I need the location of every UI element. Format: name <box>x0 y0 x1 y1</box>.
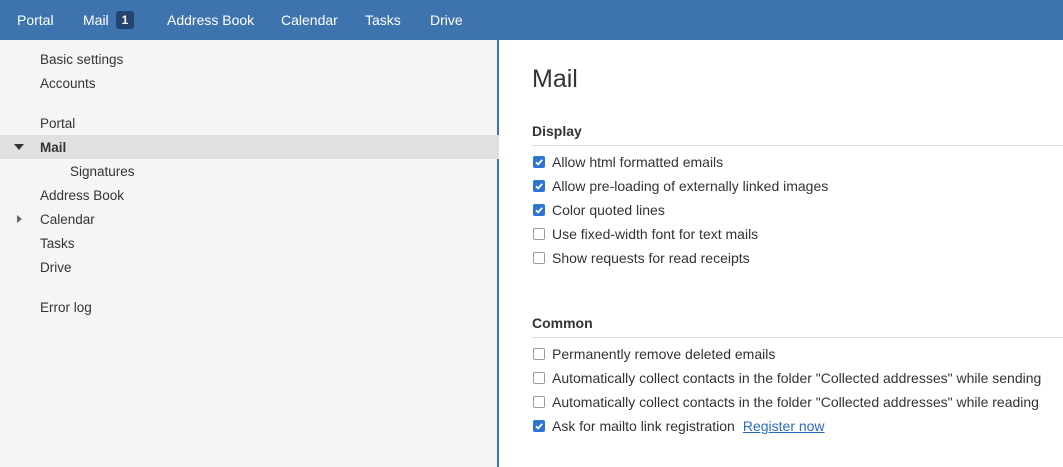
option-label: Allow html formatted emails <box>552 154 724 170</box>
option-permanently-remove-deleted[interactable]: Permanently remove deleted emails <box>533 344 775 364</box>
option-read-receipts[interactable]: Show requests for read receipts <box>533 248 750 268</box>
sidebar-item-label: Error log <box>40 299 92 315</box>
checkbox-unchecked-icon[interactable] <box>533 228 545 240</box>
option-label: Ask for mailto link registration <box>552 418 735 434</box>
section-heading-common: Common <box>532 315 1063 338</box>
sidebar-item-drive[interactable]: Drive <box>0 255 499 279</box>
sidebar-item-error-log[interactable]: Error log <box>0 295 499 319</box>
checkbox-unchecked-icon[interactable] <box>533 372 545 384</box>
app-drive[interactable]: Drive <box>430 0 463 40</box>
app-label: Drive <box>430 12 463 28</box>
checkbox-unchecked-icon[interactable] <box>533 396 545 408</box>
checkbox-unchecked-icon[interactable] <box>533 252 545 264</box>
register-now-link[interactable]: Register now <box>743 418 825 434</box>
option-mailto-registration[interactable]: Ask for mailto link registration Registe… <box>533 416 825 436</box>
app-label: Portal <box>17 12 54 28</box>
app-tasks[interactable]: Tasks <box>365 0 401 40</box>
sidebar-item-mail[interactable]: Mail <box>0 135 499 159</box>
checkbox-checked-icon[interactable] <box>533 420 545 432</box>
option-label: Show requests for read receipts <box>552 250 750 266</box>
expand-arrow-down-icon[interactable] <box>14 142 24 152</box>
sidebar-item-label: Tasks <box>40 235 75 251</box>
sidebar-item-label: Portal <box>40 115 76 131</box>
app-calendar[interactable]: Calendar <box>281 0 338 40</box>
option-label: Automatically collect contacts in the fo… <box>552 394 1039 410</box>
option-label: Permanently remove deleted emails <box>552 346 776 362</box>
sidebar-item-basic-settings[interactable]: Basic settings <box>0 47 499 71</box>
option-label: Use fixed-width font for text mails <box>552 226 759 242</box>
sidebar-item-label: Accounts <box>40 75 96 91</box>
sidebar-item-calendar[interactable]: Calendar <box>0 207 499 231</box>
option-label: Automatically collect contacts in the fo… <box>552 370 1042 386</box>
app-label: Tasks <box>365 12 401 28</box>
checkbox-checked-icon[interactable] <box>533 180 545 192</box>
option-allow-preloading-images[interactable]: Allow pre-loading of externally linked i… <box>533 176 828 196</box>
option-allow-html[interactable]: Allow html formatted emails <box>533 152 723 172</box>
option-color-quoted-lines[interactable]: Color quoted lines <box>533 200 665 220</box>
app-portal[interactable]: Portal <box>17 0 54 40</box>
sidebar-item-tasks[interactable]: Tasks <box>0 231 499 255</box>
checkbox-checked-icon[interactable] <box>533 156 545 168</box>
checkbox-checked-icon[interactable] <box>533 204 545 216</box>
sidebar-item-accounts[interactable]: Accounts <box>0 71 499 95</box>
sidebar-item-label: Signatures <box>70 163 135 179</box>
sidebar-item-label: Address Book <box>40 187 125 203</box>
option-collect-contacts-reading[interactable]: Automatically collect contacts in the fo… <box>533 392 1039 412</box>
sidebar-item-signatures[interactable]: Signatures <box>0 159 499 183</box>
app-label: Calendar <box>281 12 338 28</box>
section-heading-display: Display <box>532 123 1063 146</box>
expand-arrow-right-icon[interactable] <box>14 214 24 224</box>
settings-sidebar: Basic settings Accounts Portal Mail Sign… <box>0 40 499 467</box>
app-label: Address Book <box>167 12 255 28</box>
sidebar-item-label: Calendar <box>40 211 95 227</box>
sidebar-item-address-book[interactable]: Address Book <box>0 183 499 207</box>
option-collect-contacts-sending[interactable]: Automatically collect contacts in the fo… <box>533 368 1041 388</box>
top-navigation-bar: Portal Mail 1 Address Book Calendar Task… <box>0 0 1063 40</box>
app-mail[interactable]: Mail 1 <box>83 0 135 40</box>
sidebar-item-label: Mail <box>40 139 67 155</box>
checkbox-unchecked-icon[interactable] <box>533 348 545 360</box>
option-label: Color quoted lines <box>552 202 665 218</box>
app-address-book[interactable]: Address Book <box>167 0 254 40</box>
app-label: Mail <box>83 12 109 28</box>
page-title: Mail <box>532 65 578 93</box>
unread-count-badge: 1 <box>115 11 135 29</box>
sidebar-item-label: Drive <box>40 259 72 275</box>
settings-main-panel: Mail Display Allow html formatted emails… <box>501 40 1063 467</box>
option-label: Allow pre-loading of externally linked i… <box>552 178 829 194</box>
sidebar-item-label: Basic settings <box>40 51 124 67</box>
option-fixed-width-font[interactable]: Use fixed-width font for text mails <box>533 224 758 244</box>
sidebar-item-portal[interactable]: Portal <box>0 111 499 135</box>
